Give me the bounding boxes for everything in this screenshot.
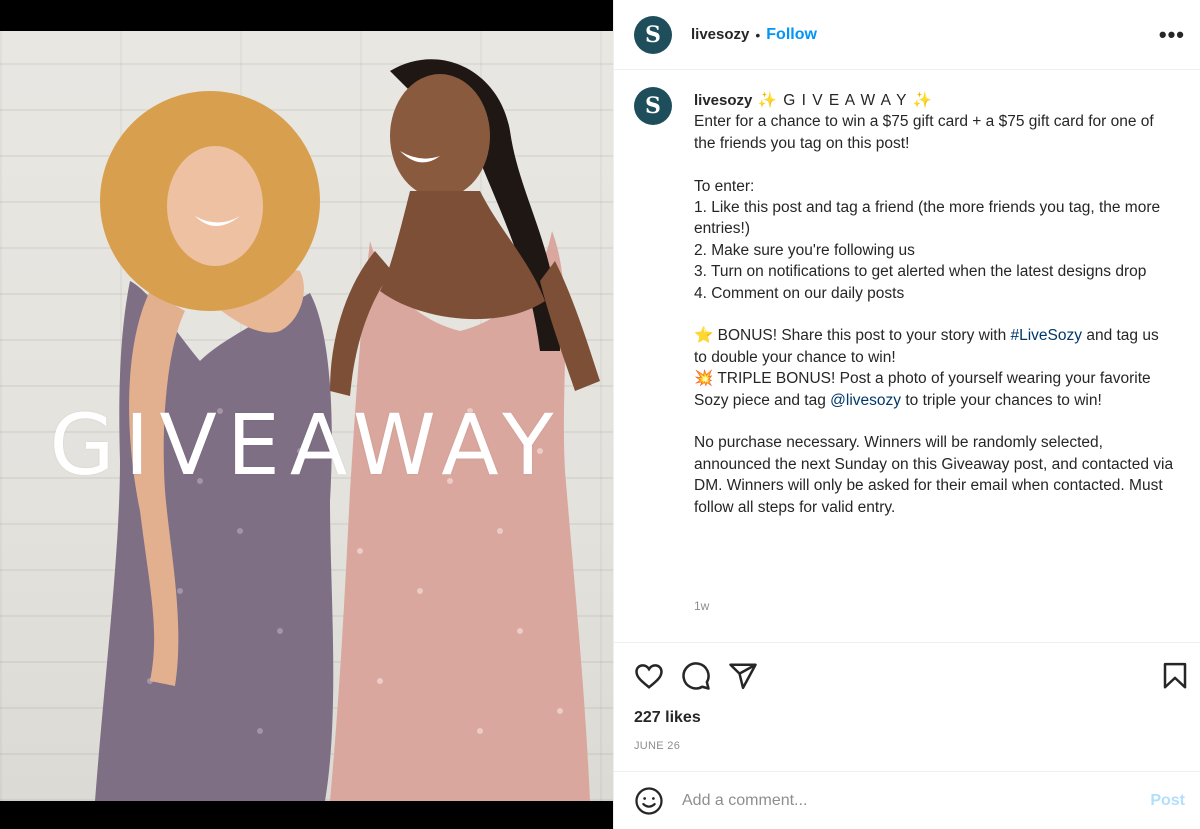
post-photo[interactable]: GIVEAWAY <box>0 31 613 801</box>
comment-input[interactable] <box>682 791 1151 810</box>
avatar-logo: S <box>645 93 661 119</box>
username-link[interactable]: livesozy <box>691 26 749 43</box>
post-panel: S livesozy • Follow ••• S livesozy ✨ G I… <box>613 0 1200 829</box>
caption-line: 1. Like this post and tag a friend (the … <box>694 199 1165 238</box>
emoji-icon[interactable] <box>634 786 664 816</box>
caption-line: 2. Make sure you're following us <box>694 241 915 259</box>
heart-icon[interactable] <box>634 661 664 691</box>
caption-line: Enter for a chance to win a $75 gift car… <box>694 113 1158 152</box>
giveaway-overlay-text: GIVEAWAY <box>49 396 564 494</box>
follow-button[interactable]: Follow <box>766 26 817 44</box>
more-options-icon[interactable]: ••• <box>1159 22 1185 48</box>
hashtag-link[interactable]: #LiveSozy <box>1011 327 1083 344</box>
caption-line: 3. Turn on notifications to get alerted … <box>694 263 1147 281</box>
caption-text: livesozy ✨ G I V E A W A Y ✨ Enter for a… <box>694 90 1174 518</box>
likes-count[interactable]: 227 likes <box>634 709 701 727</box>
post-header: S livesozy • Follow ••• <box>614 0 1200 70</box>
comment-bar: Post <box>614 771 1200 829</box>
post-timestamp[interactable]: 1w <box>694 599 709 613</box>
post-media: GIVEAWAY <box>0 0 613 829</box>
disclaimer-text: No purchase necessary. Winners will be r… <box>694 434 1178 516</box>
bookmark-icon[interactable] <box>1160 661 1190 691</box>
caption-line: 4. Comment on our daily posts <box>694 284 905 302</box>
avatar[interactable]: S <box>634 15 672 54</box>
caption-line <box>694 304 1174 325</box>
caption-line <box>694 154 1174 175</box>
action-bar <box>614 642 1200 706</box>
separator-dot: • <box>755 26 761 43</box>
triple-bonus-text-end: to triple your chances to win! <box>901 391 1102 409</box>
bonus-text: ⭐ BONUS! Share this post to your story w… <box>694 327 1011 345</box>
mention-link[interactable]: @livesozy <box>830 392 901 409</box>
caption-username[interactable]: livesozy <box>694 92 752 109</box>
caption-line: To enter: <box>694 177 755 195</box>
post-date[interactable]: JUNE 26 <box>634 740 680 752</box>
share-icon[interactable] <box>728 661 758 691</box>
bonus-line: ⭐ BONUS! Share this post to your story w… <box>694 325 1174 368</box>
avatar-logo: S <box>645 21 661 48</box>
post-comment-button[interactable]: Post <box>1150 792 1185 810</box>
triple-bonus-line: 💥 TRIPLE BONUS! Post a photo of yourself… <box>694 368 1174 411</box>
comment-icon[interactable] <box>681 661 711 691</box>
caption-title: ✨ G I V E A W A Y ✨ <box>752 92 933 109</box>
caption-avatar[interactable]: S <box>634 87 672 125</box>
